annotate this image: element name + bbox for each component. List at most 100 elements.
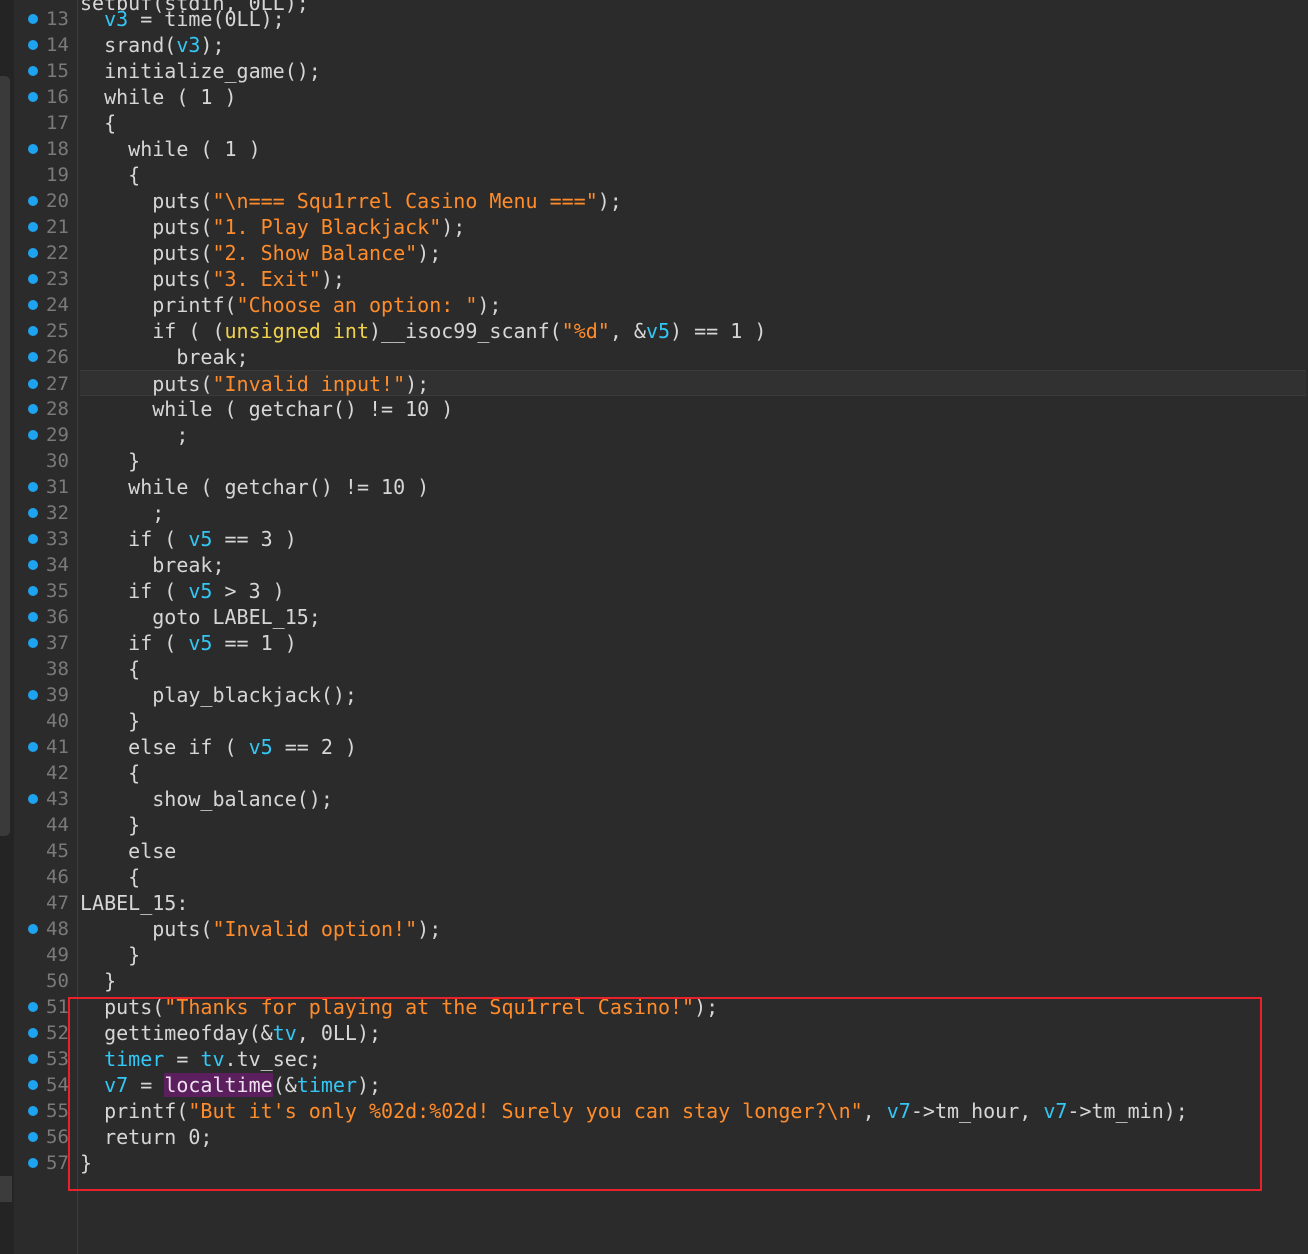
gutter-cell[interactable]: 26 bbox=[0, 344, 76, 370]
code-text[interactable]: { bbox=[80, 110, 116, 136]
breakpoint-dot-icon[interactable] bbox=[28, 924, 38, 934]
breakpoint-dot-icon[interactable] bbox=[28, 482, 38, 492]
code-text[interactable]: { bbox=[80, 656, 140, 682]
gutter-cell[interactable]: 54 bbox=[0, 1072, 76, 1098]
gutter-cell[interactable]: 39 bbox=[0, 682, 76, 708]
gutter-cell[interactable]: 44 bbox=[0, 812, 76, 838]
gutter-cell[interactable]: 32 bbox=[0, 500, 76, 526]
breakpoint-dot-icon[interactable] bbox=[28, 794, 38, 804]
code-text[interactable]: { bbox=[80, 760, 140, 786]
code-line[interactable]: 22 puts("2. Show Balance"); bbox=[0, 240, 1308, 266]
code-line[interactable]: 13 v3 = time(0LL); bbox=[0, 6, 1308, 32]
code-line[interactable]: 21 puts("1. Play Blackjack"); bbox=[0, 214, 1308, 240]
breakpoint-dot-icon[interactable] bbox=[28, 560, 38, 570]
code-text[interactable]: printf("Choose an option: "); bbox=[80, 292, 501, 318]
code-text[interactable]: timer = tv.tv_sec; bbox=[80, 1046, 321, 1072]
breakpoint-dot-icon[interactable] bbox=[28, 612, 38, 622]
gutter-cell[interactable]: 22 bbox=[0, 240, 76, 266]
code-line[interactable]: 28 while ( getchar() != 10 ) bbox=[0, 396, 1308, 422]
breakpoint-dot-icon[interactable] bbox=[28, 274, 38, 284]
code-line[interactable]: 42 { bbox=[0, 760, 1308, 786]
code-line[interactable]: 34 break; bbox=[0, 552, 1308, 578]
breakpoint-dot-icon[interactable] bbox=[28, 404, 38, 414]
code-text[interactable]: { bbox=[80, 162, 140, 188]
code-line[interactable]: 47 LABEL_15: bbox=[0, 890, 1308, 916]
code-text[interactable]: while ( 1 ) bbox=[80, 84, 236, 110]
code-line[interactable]: 29 ; bbox=[0, 422, 1308, 448]
code-text[interactable]: } bbox=[80, 1150, 92, 1176]
gutter-cell[interactable]: 20 bbox=[0, 188, 76, 214]
code-text[interactable]: play_blackjack(); bbox=[80, 682, 357, 708]
gutter-cell[interactable]: 53 bbox=[0, 1046, 76, 1072]
breakpoint-dot-icon[interactable] bbox=[28, 248, 38, 258]
code-line[interactable]: 32 ; bbox=[0, 500, 1308, 526]
gutter-cell[interactable]: 34 bbox=[0, 552, 76, 578]
code-line[interactable]: 23 puts("3. Exit"); bbox=[0, 266, 1308, 292]
breakpoint-dot-icon[interactable] bbox=[28, 66, 38, 76]
code-line[interactable]: 43 show_balance(); bbox=[0, 786, 1308, 812]
code-line[interactable]: 35 if ( v5 > 3 ) bbox=[0, 578, 1308, 604]
code-text[interactable]: if ( v5 == 1 ) bbox=[80, 630, 297, 656]
code-text[interactable]: { bbox=[80, 864, 140, 890]
gutter-cell[interactable]: 15 bbox=[0, 58, 76, 84]
gutter-cell[interactable]: 45 bbox=[0, 838, 76, 864]
gutter-cell[interactable]: 28 bbox=[0, 396, 76, 422]
gutter-cell[interactable]: 50 bbox=[0, 968, 76, 994]
code-line[interactable]: 24 printf("Choose an option: "); bbox=[0, 292, 1308, 318]
code-line[interactable]: 55 printf("But it's only %02d:%02d! Sure… bbox=[0, 1098, 1308, 1124]
gutter-cell[interactable]: 24 bbox=[0, 292, 76, 318]
code-line[interactable]: 33 if ( v5 == 3 ) bbox=[0, 526, 1308, 552]
breakpoint-dot-icon[interactable] bbox=[28, 40, 38, 50]
code-line[interactable]: 30 } bbox=[0, 448, 1308, 474]
code-line[interactable]: 25 if ( (unsigned int)__isoc99_scanf("%d… bbox=[0, 318, 1308, 344]
code-text[interactable]: gettimeofday(&tv, 0LL); bbox=[80, 1020, 381, 1046]
gutter-cell[interactable]: 33 bbox=[0, 526, 76, 552]
gutter-cell[interactable]: 27 bbox=[0, 371, 76, 397]
code-line[interactable]: 46 { bbox=[0, 864, 1308, 890]
code-line[interactable]: 49 } bbox=[0, 942, 1308, 968]
breakpoint-dot-icon[interactable] bbox=[28, 690, 38, 700]
code-text[interactable]: goto LABEL_15; bbox=[80, 604, 321, 630]
code-text[interactable]: v3 = time(0LL); bbox=[80, 6, 285, 32]
code-text[interactable]: if ( (unsigned int)__isoc99_scanf("%d", … bbox=[80, 318, 766, 344]
code-line[interactable]: 26 break; bbox=[0, 344, 1308, 370]
gutter-cell[interactable]: 13 bbox=[0, 6, 76, 32]
gutter-cell[interactable]: 14 bbox=[0, 32, 76, 58]
breakpoint-dot-icon[interactable] bbox=[28, 638, 38, 648]
gutter-cell[interactable]: 42 bbox=[0, 760, 76, 786]
code-line[interactable]: 18 while ( 1 ) bbox=[0, 136, 1308, 162]
gutter-cell[interactable]: 48 bbox=[0, 916, 76, 942]
breakpoint-dot-icon[interactable] bbox=[28, 300, 38, 310]
code-text[interactable]: puts("3. Exit"); bbox=[80, 266, 345, 292]
gutter-cell[interactable]: 55 bbox=[0, 1098, 76, 1124]
gutter-cell[interactable]: 17 bbox=[0, 110, 76, 136]
gutter-cell[interactable]: 25 bbox=[0, 318, 76, 344]
code-text[interactable]: break; bbox=[80, 552, 224, 578]
code-text[interactable]: while ( getchar() != 10 ) bbox=[80, 396, 453, 422]
breakpoint-dot-icon[interactable] bbox=[28, 430, 38, 440]
code-line[interactable]: 48 puts("Invalid option!"); bbox=[0, 916, 1308, 942]
gutter-cell[interactable]: 36 bbox=[0, 604, 76, 630]
code-text[interactable]: } bbox=[80, 968, 116, 994]
breakpoint-dot-icon[interactable] bbox=[28, 196, 38, 206]
code-text[interactable]: puts("\n=== Squ1rrel Casino Menu ==="); bbox=[80, 188, 622, 214]
code-line[interactable]: 37 if ( v5 == 1 ) bbox=[0, 630, 1308, 656]
gutter-cell[interactable]: 46 bbox=[0, 864, 76, 890]
gutter-cell[interactable]: 16 bbox=[0, 84, 76, 110]
breakpoint-dot-icon[interactable] bbox=[28, 1132, 38, 1142]
breakpoint-dot-icon[interactable] bbox=[28, 144, 38, 154]
code-line[interactable]: 27 puts("Invalid input!"); bbox=[28, 370, 1306, 396]
code-line[interactable]: 40 } bbox=[0, 708, 1308, 734]
code-text[interactable]: puts("Thanks for playing at the Squ1rrel… bbox=[80, 994, 718, 1020]
code-line[interactable]: 14 srand(v3); bbox=[0, 32, 1308, 58]
code-line[interactable]: 50 } bbox=[0, 968, 1308, 994]
gutter-cell[interactable]: 47 bbox=[0, 890, 76, 916]
code-line[interactable]: 36 goto LABEL_15; bbox=[0, 604, 1308, 630]
code-text[interactable]: break; bbox=[80, 344, 248, 370]
code-text[interactable]: if ( v5 == 3 ) bbox=[80, 526, 297, 552]
code-area[interactable]: setbuf(stdin, 0LL); 13 v3 = time(0LL); 14… bbox=[0, 0, 1308, 1176]
code-text[interactable]: } bbox=[80, 708, 140, 734]
breakpoint-dot-icon[interactable] bbox=[28, 1002, 38, 1012]
code-text[interactable]: ; bbox=[80, 500, 164, 526]
breakpoint-dot-icon[interactable] bbox=[28, 508, 38, 518]
